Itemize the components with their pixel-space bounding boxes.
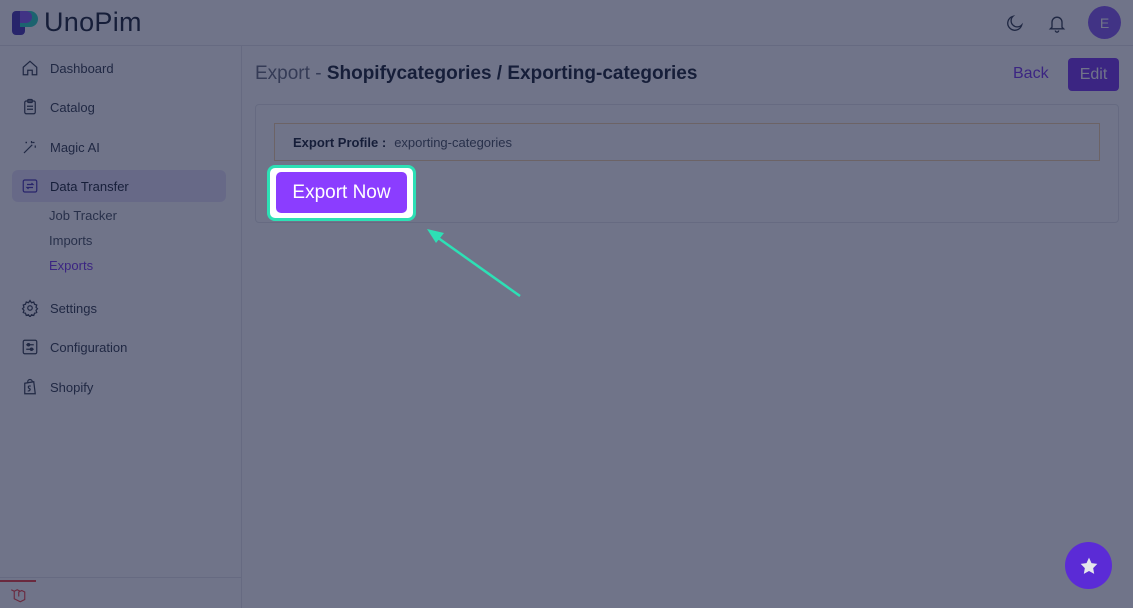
user-avatar[interactable]: E xyxy=(1088,6,1121,39)
sidebar-item-data-transfer[interactable]: Data Transfer xyxy=(12,170,226,202)
top-header: UnoPim E xyxy=(0,0,1133,46)
page-title-separator: - xyxy=(309,63,327,84)
sidebar-subitem-exports[interactable]: Exports xyxy=(49,258,93,273)
sidebar: Dashboard Catalog Magic AI Data Transfer… xyxy=(0,46,242,608)
export-profile-value: exporting-categories xyxy=(394,134,512,150)
shopify-bag-icon xyxy=(20,377,40,397)
sidebar-item-configuration[interactable]: Configuration xyxy=(12,331,226,363)
sidebar-subitem-imports[interactable]: Imports xyxy=(49,233,92,248)
sidebar-item-magic-ai[interactable]: Magic AI xyxy=(12,131,226,163)
page-title-main: Shopifycategories / Exporting-categories xyxy=(326,63,698,84)
sidebar-item-label: Settings xyxy=(50,300,97,316)
sidebar-item-label: Catalog xyxy=(50,99,95,115)
app-root: UnoPim E Dashboard Catalog Magic AI Data… xyxy=(0,0,1133,608)
sidebar-item-dashboard[interactable]: Dashboard xyxy=(12,52,226,84)
export-profile-label: Export Profile : xyxy=(293,134,387,150)
gear-icon xyxy=(20,298,40,318)
magic-wand-icon xyxy=(20,137,40,157)
star-fab-button[interactable] xyxy=(1065,542,1112,589)
page-title: Export - Shopifycategories / Exporting-c… xyxy=(255,63,697,85)
bell-icon[interactable] xyxy=(1046,12,1068,34)
star-icon xyxy=(1080,557,1097,574)
sidebar-subitem-job-tracker[interactable]: Job Tracker xyxy=(49,208,117,223)
sidebar-footer xyxy=(0,577,242,608)
clipboard-icon xyxy=(20,97,40,117)
export-now-button[interactable]: Export Now xyxy=(276,172,407,213)
sidebar-item-catalog[interactable]: Catalog xyxy=(12,91,226,123)
sidebar-item-label: Dashboard xyxy=(50,60,114,76)
sliders-icon xyxy=(20,337,40,357)
laravel-icon[interactable] xyxy=(0,580,36,608)
edit-button[interactable]: Edit xyxy=(1068,58,1119,91)
sidebar-item-label: Magic AI xyxy=(50,139,100,155)
back-link[interactable]: Back xyxy=(1013,65,1049,83)
page-title-prefix: Export xyxy=(255,63,310,84)
export-profile-row: Export Profile : exporting-categories xyxy=(274,123,1100,161)
home-icon xyxy=(20,58,40,78)
logo[interactable]: UnoPim xyxy=(12,7,142,38)
logo-text: UnoPim xyxy=(44,7,142,37)
unopim-logo-icon xyxy=(12,9,40,37)
header-actions: E xyxy=(1004,6,1121,39)
sidebar-item-label: Configuration xyxy=(50,339,128,355)
sidebar-item-settings[interactable]: Settings xyxy=(12,292,226,324)
transfer-icon xyxy=(20,176,40,196)
moon-icon[interactable] xyxy=(1004,12,1026,34)
sidebar-item-shopify[interactable]: Shopify xyxy=(12,371,226,403)
sidebar-item-label: Data Transfer xyxy=(50,178,129,194)
sidebar-item-label: Shopify xyxy=(50,379,94,395)
